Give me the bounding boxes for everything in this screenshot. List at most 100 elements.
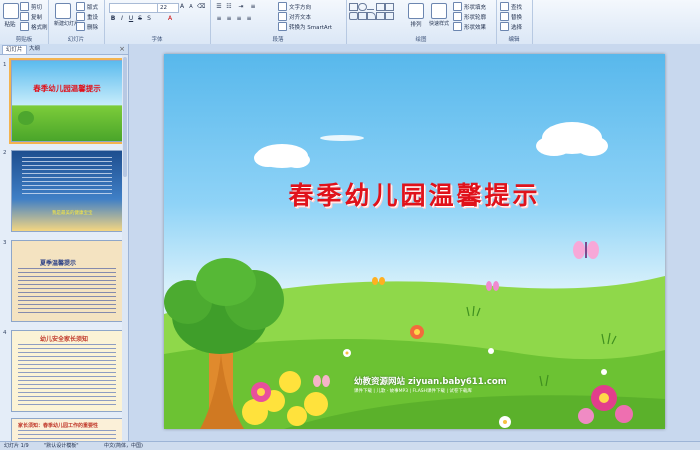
slide-thumbnail-1[interactable]: 春季幼儿园温馨提示	[9, 58, 125, 144]
strike-button[interactable]: S	[136, 15, 144, 23]
arrange-button[interactable]: 排列	[408, 3, 424, 28]
slide-thumbnail-5[interactable]: 家长须知：春季幼儿园工作的重要性	[11, 418, 123, 441]
clipboard-group: 粘贴 剪切 复制 格式刷 剪贴板	[0, 0, 49, 44]
grow-font-button[interactable]: A	[178, 3, 186, 11]
align-left-button[interactable]: ≡	[215, 15, 223, 23]
text-direction-label: 文字方向	[289, 4, 312, 11]
indent-button[interactable]: ⇥	[237, 3, 245, 11]
clear-format-button[interactable]: ⌫	[197, 3, 205, 11]
align-text-label: 对齐文本	[289, 14, 312, 21]
shape-fill-label: 形状填充	[464, 4, 487, 11]
select-button[interactable]: 选择	[500, 22, 522, 31]
shape-effects-button[interactable]: 形状效果	[453, 22, 486, 31]
copy-icon	[20, 12, 29, 21]
font-size-combo[interactable]: 22	[157, 3, 179, 13]
quick-styles-button[interactable]: 快速样式	[428, 3, 450, 27]
select-label: 选择	[511, 24, 523, 31]
thumb-number: 4	[3, 330, 7, 336]
format-painter-button[interactable]: 格式刷	[20, 22, 48, 31]
copy-button[interactable]: 复制	[20, 12, 42, 21]
editing-group: 查找 替换 选择 编辑	[496, 0, 533, 44]
line-shape-icon	[367, 3, 374, 10]
slides-panel: 幻灯片 大纲 × 1 春季幼儿园温馨提示 2 我是最美的健康宝宝 3 夏季温馨提…	[0, 44, 129, 441]
drawing-group: 排列 快速样式 形状填充 形状轮廓 形状效果 绘图	[346, 0, 497, 44]
format-painter-label: 格式刷	[31, 24, 48, 31]
align-center-button[interactable]: ≡	[225, 15, 233, 23]
tab-outline[interactable]: 大纲	[26, 45, 43, 53]
paste-label: 粘贴	[4, 22, 16, 28]
new-slide-button[interactable]: 新建幻灯片	[54, 3, 79, 27]
replace-button[interactable]: 替换	[500, 12, 522, 21]
shape-outline-label: 形状轮廓	[464, 14, 487, 21]
tab-slides[interactable]: 幻灯片	[2, 45, 27, 54]
reset-button[interactable]: 重设	[76, 12, 98, 21]
paste-button[interactable]: 粘贴	[3, 3, 19, 28]
flower-icon	[410, 325, 424, 339]
numbering-button[interactable]: ☷	[225, 3, 233, 11]
paste-icon	[3, 3, 19, 19]
delete-button[interactable]: 删除	[76, 22, 98, 31]
new-slide-icon	[55, 3, 71, 19]
select-icon	[500, 22, 509, 31]
reset-label: 重设	[87, 14, 99, 21]
fill-icon	[453, 2, 462, 11]
cut-button[interactable]: 剪切	[20, 2, 42, 11]
align-text-button[interactable]: 对齐文本	[278, 12, 311, 21]
layout-label: 版式	[87, 4, 99, 11]
shape-outline-button[interactable]: 形状轮廓	[453, 12, 486, 21]
slide-thumbnail-4[interactable]: 幼儿安全家长须知	[11, 330, 123, 412]
delete-icon	[76, 22, 85, 31]
thumb-text-block	[18, 430, 116, 441]
slide-thumbnail-3[interactable]: 夏季温馨提示	[11, 240, 123, 322]
butterfly-icon	[573, 241, 599, 259]
flower-icon	[601, 369, 607, 375]
rounded-rect-shape-icon	[349, 12, 358, 20]
cloud-icon	[536, 122, 608, 156]
font-group-label: 字体	[151, 37, 163, 43]
thumb-number: 3	[3, 240, 7, 246]
shadow-button[interactable]: S	[145, 15, 153, 23]
flower-icon	[488, 348, 494, 354]
panel-tabs: 幻灯片 大纲 ×	[0, 44, 128, 55]
rectangle-shape-icon	[349, 3, 358, 11]
bold-button[interactable]: B	[109, 15, 117, 23]
layout-button[interactable]: 版式	[76, 2, 98, 11]
text-direction-button[interactable]: 文字方向	[278, 2, 311, 11]
find-button[interactable]: 查找	[500, 2, 522, 11]
arrange-icon	[408, 3, 424, 19]
slide-canvas[interactable]: 春季幼儿园温馨提示 幼教资源网站 ziyuan.baby611.com 课件下载…	[164, 54, 665, 429]
smartart-label: 转换为 SmartArt	[289, 24, 333, 31]
underline-button[interactable]: U	[127, 15, 135, 23]
smartart-button[interactable]: 转换为 SmartArt	[278, 22, 332, 31]
shrink-font-button[interactable]: A	[187, 3, 195, 11]
font-name-combo[interactable]	[109, 3, 159, 13]
cut-label: 剪切	[31, 4, 43, 11]
line-spacing-button[interactable]: ≡	[249, 3, 257, 11]
reset-icon	[76, 12, 85, 21]
font-color-button[interactable]: A	[166, 15, 174, 23]
copy-label: 复制	[31, 14, 43, 21]
italic-button[interactable]: I	[118, 15, 126, 23]
shape-fill-button[interactable]: 形状填充	[453, 2, 486, 11]
bullets-button[interactable]: ☰	[215, 3, 223, 11]
slide-title[interactable]: 春季幼儿园温馨提示	[164, 176, 665, 212]
panel-scrollbar[interactable]	[122, 55, 128, 441]
text-direction-icon	[278, 2, 287, 11]
scrollbar-thumb[interactable]	[123, 57, 127, 177]
thumb-number: 2	[3, 150, 7, 156]
justify-button[interactable]: ≡	[245, 15, 253, 23]
outline-icon	[453, 12, 462, 21]
align-right-button[interactable]: ≡	[235, 15, 243, 23]
close-icon[interactable]: ×	[119, 45, 125, 53]
shapes-gallery[interactable]	[349, 3, 401, 30]
thumb-number: 1	[3, 62, 7, 68]
slide-thumbnail-2[interactable]: 我是最美的健康宝宝	[11, 150, 123, 232]
quick-styles-icon	[431, 3, 447, 19]
editing-group-label: 编辑	[508, 37, 520, 43]
replace-label: 替换	[511, 14, 523, 21]
brace-shape-icon	[376, 12, 385, 20]
quick-styles-label: 快速样式	[428, 21, 449, 27]
align-text-icon	[278, 12, 287, 21]
site-name: 幼教资源网站 ziyuan.baby611.com	[354, 377, 507, 387]
thumb-text-block	[22, 157, 112, 197]
